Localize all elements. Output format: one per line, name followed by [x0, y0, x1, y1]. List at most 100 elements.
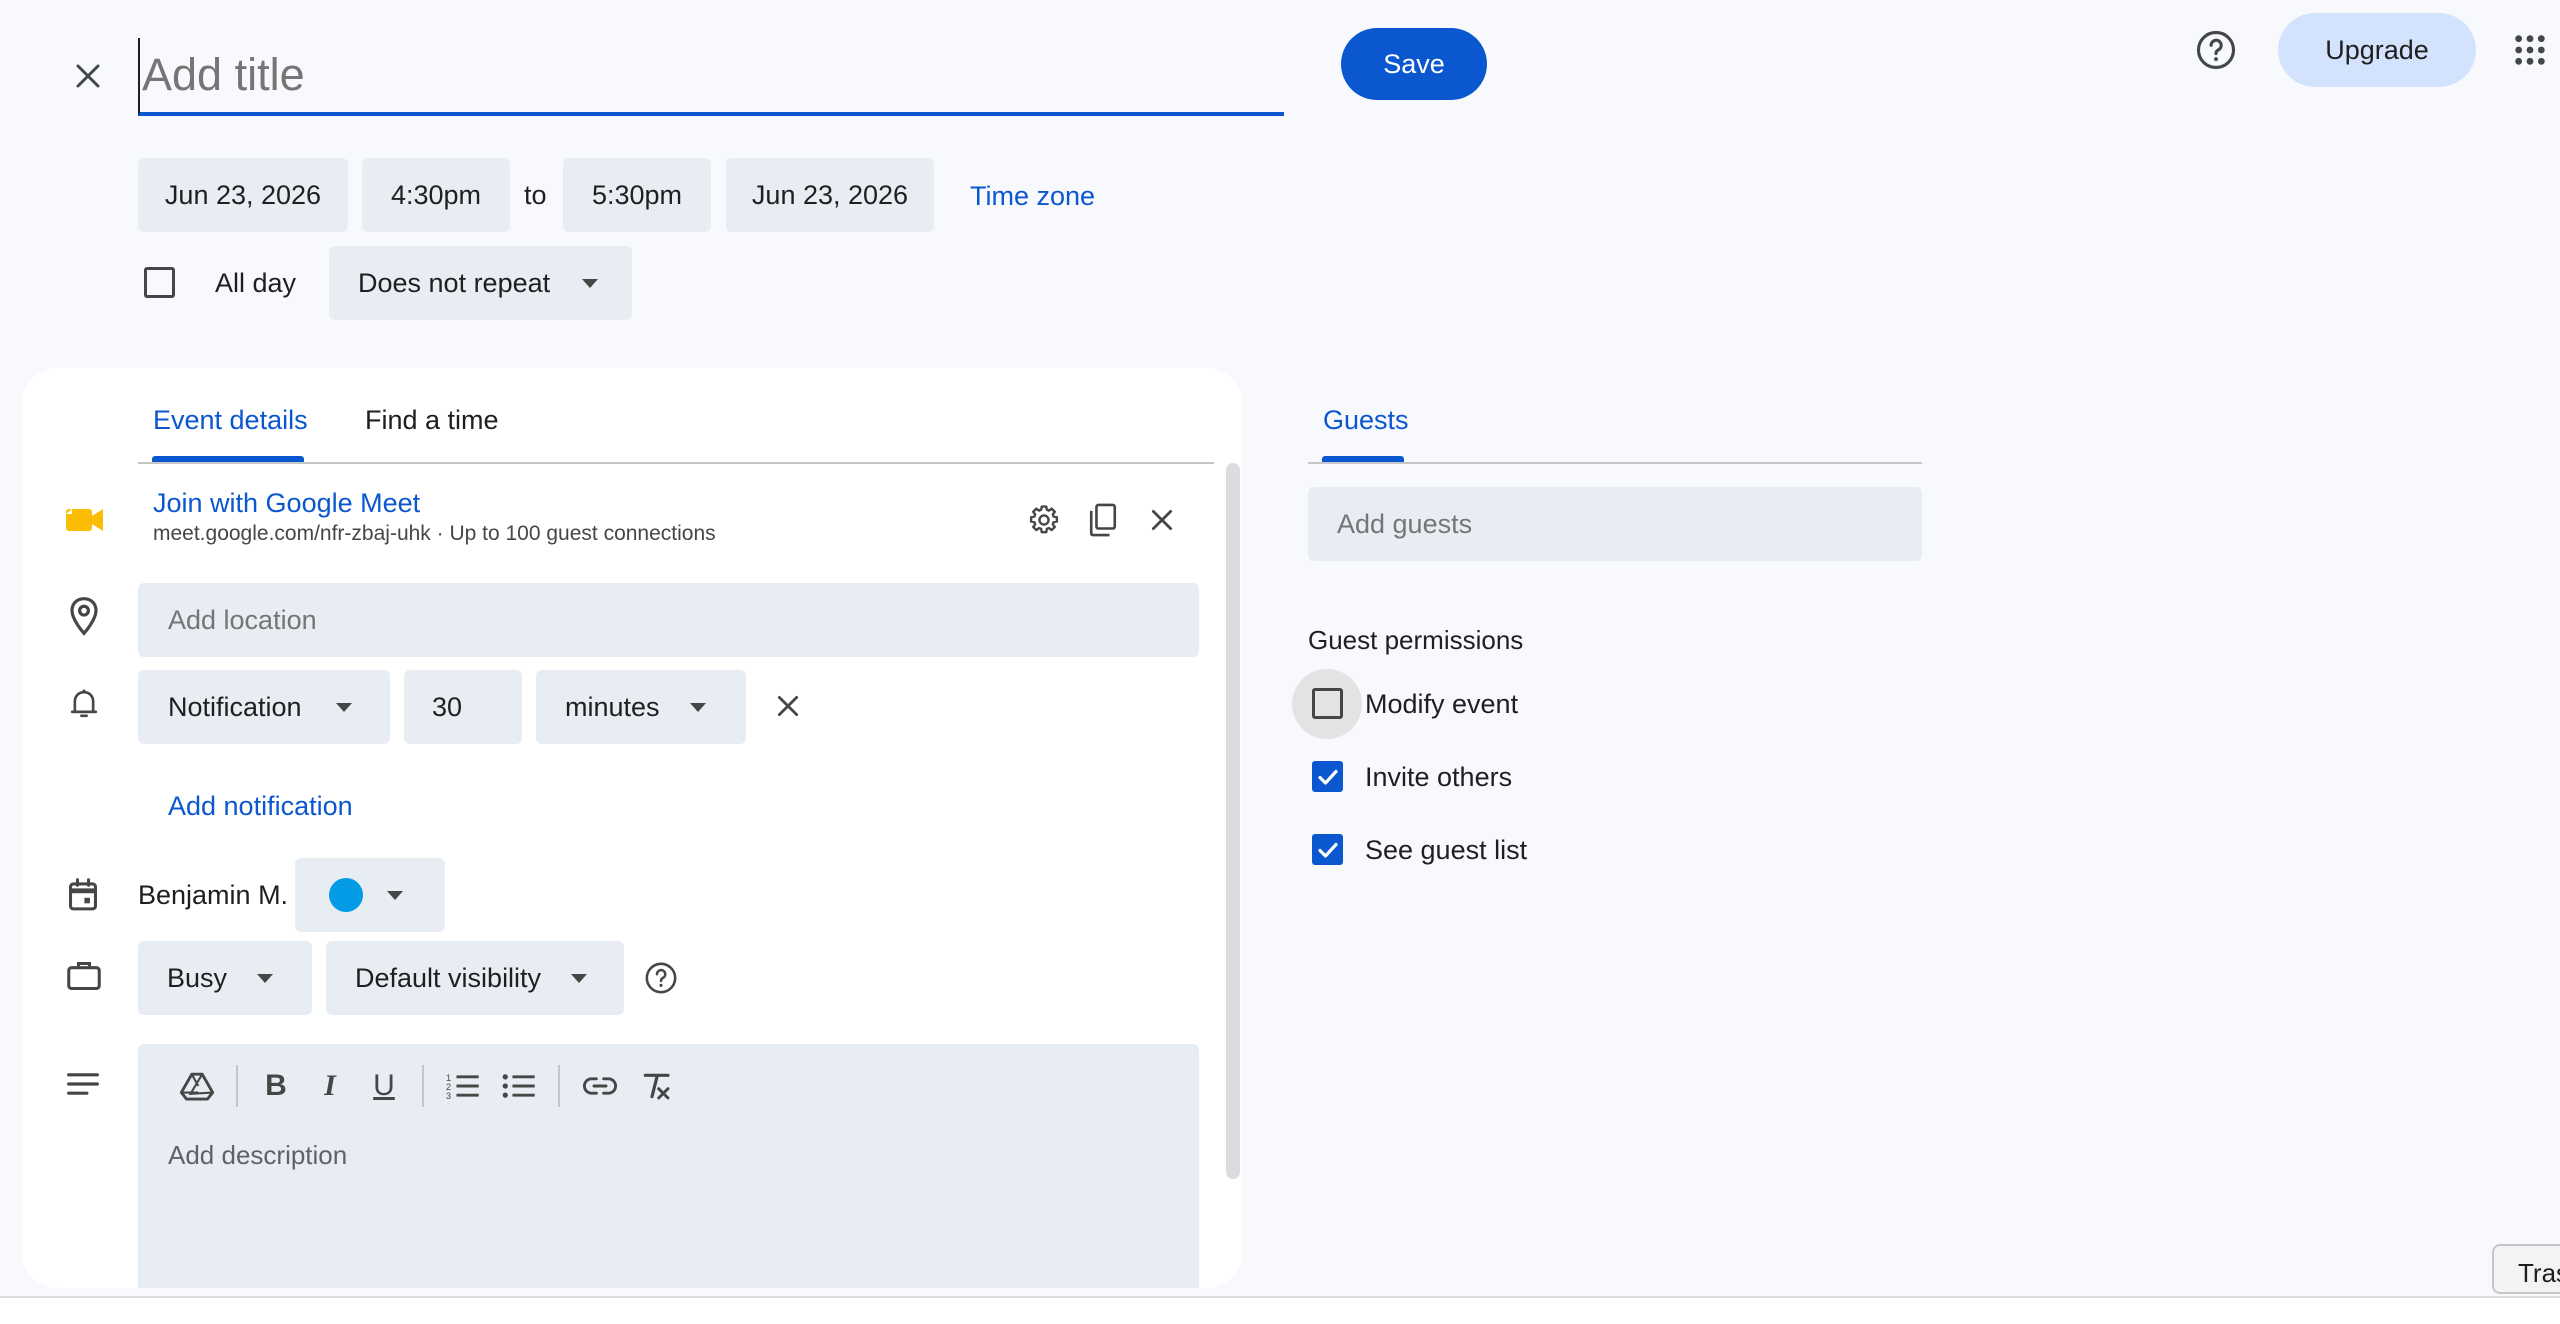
italic-icon: I: [324, 1069, 336, 1102]
toolbar-divider: [558, 1065, 560, 1107]
to-label: to: [524, 180, 547, 210]
description-placeholder: Add description: [168, 1140, 348, 1170]
save-button[interactable]: Save: [1341, 28, 1487, 100]
visibility-value: Default visibility: [355, 962, 542, 993]
calendar-color-swatch: [329, 878, 363, 912]
title-input[interactable]: [138, 38, 1284, 116]
bold-button[interactable]: B: [260, 1064, 292, 1108]
all-day-label: All day: [215, 268, 297, 298]
notification-amount-value: 30: [432, 691, 463, 722]
checkmark-icon: [1317, 842, 1338, 858]
guest-permissions-title: Guest permissions: [1308, 625, 1524, 655]
briefcase-icon: [66, 959, 102, 998]
upgrade-label: Upgrade: [2325, 34, 2429, 65]
invite-others-checkbox[interactable]: [1312, 761, 1343, 792]
start-time-value: 4:30pm: [390, 179, 482, 210]
notification-type-value: Notification: [168, 691, 302, 722]
toolbar-divider: [236, 1065, 238, 1107]
bell-icon: [68, 687, 100, 726]
upgrade-button[interactable]: Upgrade: [2278, 13, 2476, 87]
repeat-value: Does not repeat: [358, 267, 551, 298]
translate-chip[interactable]: Tras: [2492, 1244, 2560, 1294]
drive-icon: [180, 1072, 214, 1101]
close-icon: [777, 695, 799, 717]
end-time-value: 5:30pm: [591, 179, 683, 210]
drive-attach-button[interactable]: [180, 1064, 214, 1108]
tab-guests[interactable]: Guests: [1323, 405, 1409, 436]
visibility-dropdown[interactable]: Default visibility: [326, 941, 624, 1015]
invite-others-label: Invite others: [1365, 762, 1513, 792]
calendar-icon: [66, 877, 100, 918]
meet-subtitle: meet.google.com/nfr-zbaj-uhk · Up to 100…: [153, 522, 716, 545]
meet-icon: [66, 506, 104, 534]
bottom-edge: [0, 1296, 2560, 1324]
apps-button[interactable]: [2508, 28, 2552, 72]
repeat-dropdown[interactable]: Does not repeat: [329, 246, 632, 320]
apps-grid-icon: [2515, 35, 2545, 65]
modify-event-checkbox[interactable]: [1312, 688, 1343, 719]
close-button[interactable]: [62, 50, 114, 102]
help-icon: [645, 962, 677, 994]
time-zone-link[interactable]: Time zone: [970, 181, 1095, 212]
end-time-field[interactable]: 5:30pm: [563, 158, 711, 232]
toolbar-divider: [422, 1065, 424, 1107]
tabs-divider: [138, 462, 1214, 464]
tab-find-a-time[interactable]: Find a time: [365, 405, 499, 436]
help-icon: [2196, 30, 2236, 70]
bulleted-list-icon: [502, 1074, 535, 1098]
notification-unit-dropdown[interactable]: minutes: [536, 670, 746, 744]
start-time-field[interactable]: 4:30pm: [362, 158, 510, 232]
formatting-toolbar: B I U 1 2 3: [180, 1064, 672, 1108]
gear-icon: [1029, 505, 1059, 534]
availability-dropdown[interactable]: Busy: [138, 941, 312, 1015]
bulleted-list-button[interactable]: [502, 1064, 536, 1108]
add-notification-button[interactable]: Add notification: [168, 791, 353, 822]
translate-chip-label: Tras: [2518, 1258, 2560, 1288]
meet-settings-button[interactable]: [1024, 500, 1064, 540]
notification-unit-value: minutes: [565, 691, 660, 722]
bold-icon: B: [265, 1069, 287, 1102]
availability-value: Busy: [167, 962, 228, 993]
calendar-color-dropdown[interactable]: [295, 858, 445, 932]
numbered-list-icon: 1 2 3: [446, 1073, 479, 1101]
remove-meet-button[interactable]: [1142, 500, 1182, 540]
see-guest-list-checkbox[interactable]: [1312, 834, 1343, 865]
italic-button[interactable]: I: [314, 1064, 346, 1108]
join-meet-link[interactable]: Join with Google Meet: [153, 488, 420, 519]
numbered-list-button[interactable]: 1 2 3: [446, 1064, 480, 1108]
copy-meet-link-button[interactable]: [1083, 500, 1123, 540]
end-date-field[interactable]: Jun 23, 2026: [726, 158, 934, 232]
location-input[interactable]: [138, 583, 1199, 657]
save-label: Save: [1383, 48, 1445, 79]
scrollbar-thumb[interactable]: [1226, 463, 1240, 1179]
all-day-checkbox[interactable]: [144, 267, 175, 298]
underline-button[interactable]: U: [368, 1064, 400, 1108]
help-button[interactable]: [2190, 24, 2242, 76]
start-date-field[interactable]: Jun 23, 2026: [138, 158, 348, 232]
visibility-help-button[interactable]: [641, 958, 681, 998]
checkmark-icon: [1317, 769, 1338, 785]
guests-tabs-divider: [1308, 462, 1922, 464]
chevron-down-icon: [387, 890, 403, 900]
chevron-down-icon: [689, 702, 706, 712]
modify-event-label: Modify event: [1365, 689, 1519, 719]
close-icon: [1151, 509, 1173, 531]
close-icon: [76, 64, 100, 88]
underline-icon: U: [373, 1069, 395, 1102]
svg-text:3: 3: [446, 1091, 451, 1101]
chevron-down-icon: [335, 702, 352, 712]
see-guest-list-label: See guest list: [1365, 835, 1528, 865]
start-date-value: Jun 23, 2026: [164, 179, 322, 210]
notification-amount-input[interactable]: 30: [404, 670, 522, 744]
add-guests-input[interactable]: [1308, 487, 1922, 561]
chevron-down-icon: [257, 973, 274, 983]
description-lines-icon: [66, 1070, 100, 1103]
notification-type-dropdown[interactable]: Notification: [138, 670, 390, 744]
tab-event-details[interactable]: Event details: [153, 405, 308, 436]
clear-formatting-button[interactable]: [640, 1064, 672, 1108]
description-editor[interactable]: B I U 1 2 3 Add description: [138, 1044, 1199, 1288]
location-pin-icon: [68, 596, 100, 641]
link-icon: [583, 1077, 617, 1095]
remove-notification-button[interactable]: [768, 686, 808, 726]
insert-link-button[interactable]: [582, 1064, 618, 1108]
